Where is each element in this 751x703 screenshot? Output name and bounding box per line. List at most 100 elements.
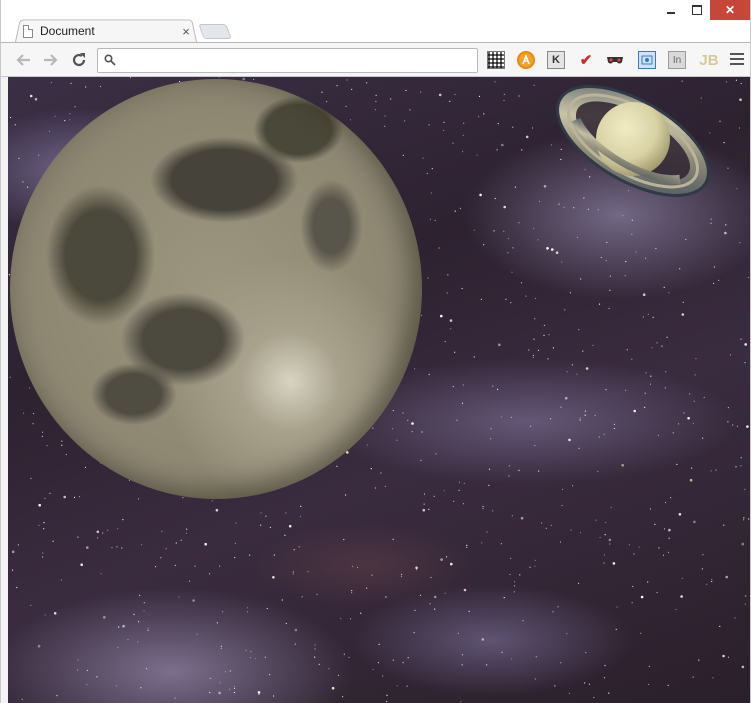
- star: [342, 696, 344, 698]
- star: [564, 396, 568, 400]
- star: [386, 700, 388, 703]
- star: [727, 407, 730, 409]
- forward-button[interactable]: [39, 49, 63, 71]
- star: [137, 641, 139, 643]
- star: [466, 546, 468, 548]
- star: [628, 544, 631, 546]
- star: [405, 89, 407, 92]
- star: [407, 657, 409, 659]
- star: [668, 292, 670, 294]
- star: [372, 427, 374, 429]
- star: [588, 683, 591, 685]
- star: [528, 349, 530, 351]
- star: [188, 580, 191, 582]
- star: [649, 383, 652, 385]
- star: [647, 313, 649, 315]
- star: [346, 79, 348, 81]
- star: [318, 663, 320, 666]
- avast-extension-icon[interactable]: [517, 51, 535, 69]
- star: [28, 387, 31, 389]
- star: [675, 608, 677, 611]
- star: [585, 367, 589, 370]
- address-input[interactable]: [120, 51, 474, 72]
- star: [744, 343, 747, 346]
- star: [438, 247, 440, 249]
- star: [400, 575, 403, 577]
- star: [692, 422, 694, 425]
- menu-bar-icon: [730, 53, 744, 55]
- star: [52, 540, 54, 542]
- star: [532, 227, 535, 229]
- vk-extension-icon[interactable]: ✔: [577, 51, 595, 69]
- screenshot-extension-icon[interactable]: [638, 51, 656, 69]
- star: [154, 566, 157, 568]
- star: [706, 583, 708, 585]
- star: [566, 371, 568, 373]
- star: [473, 356, 475, 358]
- star: [366, 82, 368, 84]
- star: [608, 692, 610, 694]
- address-bar[interactable]: [97, 48, 478, 73]
- star: [235, 522, 237, 524]
- jb-extension-icon[interactable]: JB: [698, 51, 720, 69]
- maximize-button[interactable]: [684, 0, 710, 20]
- star: [449, 319, 453, 322]
- chrome-menu-button[interactable]: [730, 53, 744, 67]
- star: [615, 628, 617, 631]
- star: [380, 472, 382, 474]
- star: [300, 505, 302, 507]
- star: [378, 643, 380, 646]
- star: [41, 435, 44, 437]
- in-extension-icon[interactable]: In: [668, 51, 686, 69]
- minimize-button[interactable]: [658, 0, 684, 20]
- star: [571, 364, 574, 366]
- star: [423, 493, 426, 495]
- star: [533, 338, 535, 340]
- star: [430, 192, 432, 194]
- star: [550, 524, 552, 526]
- star: [550, 418, 552, 420]
- star: [450, 562, 453, 566]
- star: [402, 662, 404, 664]
- star: [537, 349, 540, 351]
- back-button[interactable]: [11, 49, 35, 71]
- star: [61, 440, 63, 442]
- spy-mask-extension-icon[interactable]: [606, 51, 624, 69]
- star: [534, 678, 537, 680]
- star: [564, 309, 566, 311]
- star: [299, 515, 301, 518]
- reload-button[interactable]: [67, 49, 91, 71]
- star: [680, 595, 683, 598]
- star: [65, 453, 67, 456]
- page-favicon-icon: [23, 24, 33, 38]
- star: [21, 698, 23, 700]
- star: [174, 697, 176, 699]
- tab-close-icon[interactable]: ×: [179, 24, 193, 39]
- tab-content[interactable]: Document ×: [23, 20, 193, 42]
- star: [478, 95, 481, 97]
- star: [546, 247, 549, 250]
- star: [486, 664, 488, 666]
- star: [111, 547, 113, 549]
- tab-strip: Document × ✕: [1, 0, 750, 42]
- star: [552, 347, 555, 349]
- qr-code-extension-icon[interactable]: [487, 51, 505, 69]
- star: [711, 578, 713, 580]
- star: [608, 538, 612, 542]
- star: [578, 329, 580, 331]
- star: [245, 649, 247, 651]
- star: [672, 432, 674, 434]
- star: [689, 393, 691, 395]
- new-tab-button[interactable]: [198, 24, 232, 39]
- star: [486, 531, 488, 533]
- star: [415, 566, 418, 570]
- k-extension-icon[interactable]: K: [547, 51, 565, 69]
- star: [603, 433, 605, 435]
- star: [719, 625, 721, 628]
- star: [736, 188, 738, 190]
- star: [440, 314, 443, 318]
- star: [498, 343, 501, 347]
- star: [681, 313, 685, 316]
- close-window-button[interactable]: ✕: [710, 0, 750, 20]
- star: [96, 676, 98, 678]
